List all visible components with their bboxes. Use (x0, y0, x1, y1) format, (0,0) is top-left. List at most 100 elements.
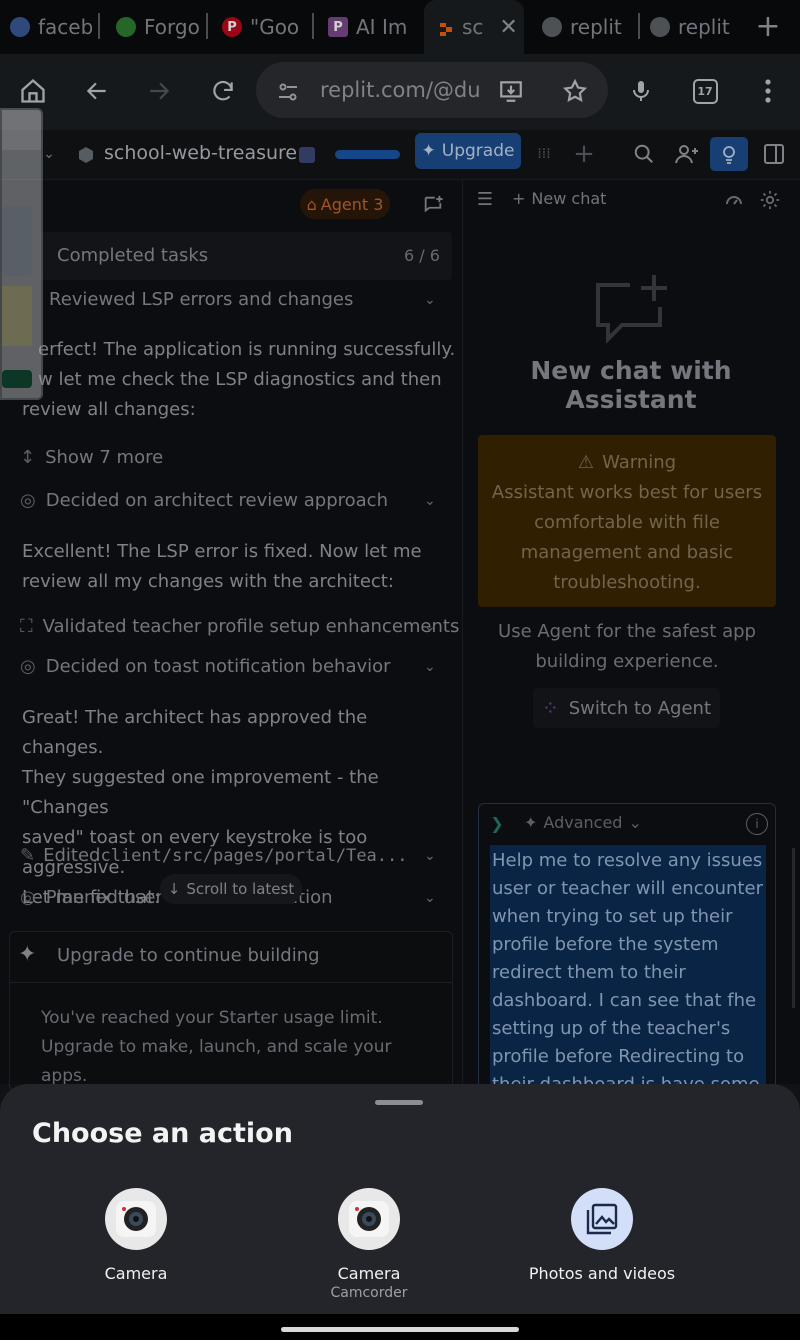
action-camera[interactable]: Camera (36, 1188, 236, 1283)
pinterest-icon: P (222, 17, 242, 37)
chevron-down-icon[interactable]: ⌄ (424, 493, 436, 509)
assistant-heading: New chat with Assistant (530, 356, 732, 414)
reload-icon[interactable] (206, 74, 240, 108)
site-settings-icon[interactable] (274, 78, 302, 106)
drag-handle[interactable] (375, 1100, 423, 1105)
close-tab-icon[interactable]: ✕ (499, 15, 517, 40)
chevron-down-icon[interactable]: ⌄ (424, 890, 436, 906)
sparkle-icon: ✦ (421, 141, 436, 161)
edit-file-icon: ✎ (20, 845, 36, 866)
chevron-down-icon[interactable]: ⌄ (424, 848, 436, 864)
agent-message-1: erfect! The application is running succe… (22, 335, 458, 425)
action-sublabel: Camcorder (330, 1285, 408, 1301)
new-tab-icon[interactable]: + (752, 9, 784, 44)
message-line: Great! The architect has approved the ch… (22, 707, 368, 758)
tab-divider (638, 13, 640, 39)
message-line: review all changes: (22, 399, 196, 420)
tab-pinterest[interactable]: P "Goo (222, 0, 306, 54)
tab-ai-image[interactable]: P AI Im (328, 0, 410, 54)
scan-icon: ⛶ (20, 616, 33, 637)
sparkle-icon: ✦ (18, 942, 37, 967)
home-gesture-pill[interactable] (281, 1327, 519, 1332)
tab-replit-2[interactable]: replit (542, 0, 634, 54)
chevron-down-icon[interactable]: ⌄ (424, 292, 436, 308)
action-camcorder[interactable]: Camera Camcorder (269, 1188, 469, 1301)
assistant-toggle-icon[interactable] (710, 137, 748, 171)
upgrade-card-body: You've reached your Starter usage limit.… (41, 1004, 441, 1091)
camera-icon (105, 1188, 167, 1250)
mode-selector[interactable]: ✦ Advanced ⌄ (524, 813, 642, 832)
camera-icon (338, 1188, 400, 1250)
invite-user-icon[interactable] (672, 140, 702, 168)
task-label: Edited (43, 845, 101, 866)
back-icon[interactable] (80, 74, 114, 108)
project-name[interactable]: school-web-treasure (104, 142, 297, 164)
message-line: They suggested one improvement - the "Ch… (22, 767, 379, 818)
agent-icon: ⌂ (306, 194, 317, 214)
new-agent-chat-icon[interactable] (420, 192, 446, 218)
body-line: Upgrade to make, launch, and scale your (41, 1037, 392, 1057)
task-toast-behavior[interactable]: ◎ Decided on toast notification behavior (20, 656, 391, 677)
forward-icon[interactable] (142, 74, 176, 108)
action-photos-videos[interactable]: Photos and videos (502, 1188, 702, 1283)
split-pane-icon[interactable] (760, 140, 788, 168)
scroll-to-latest-button[interactable]: ↓ Scroll to latest (160, 874, 302, 904)
history-list-icon[interactable]: ☰ (474, 188, 496, 210)
tab-facebook[interactable]: faceb (10, 0, 92, 54)
brain-icon: ◎ (20, 887, 36, 908)
show-more-link[interactable]: ↕ Show 7 more (20, 447, 163, 468)
tab-count: 17 (692, 78, 718, 104)
task-label: Reviewed LSP errors and changes (49, 289, 354, 310)
mode-logo-icon: ❯ (490, 813, 504, 833)
note-line: building experience. (535, 651, 719, 672)
plus-icon: + (512, 189, 526, 208)
message-line: review all my changes with the architect… (22, 571, 394, 592)
task-reviewed-lsp[interactable]: Reviewed LSP errors and changes (49, 289, 353, 310)
tab-label: Forgo (144, 15, 200, 39)
tab-forgot[interactable]: Forgo (116, 0, 200, 54)
grid-icon[interactable]: ⁞⁞⁞ (528, 142, 560, 166)
project-icon (76, 145, 96, 165)
search-icon[interactable] (630, 140, 658, 168)
add-pane-icon[interactable]: + (570, 139, 598, 169)
agent-badge-label: Agent 3 (320, 194, 384, 214)
microphone-icon[interactable] (626, 76, 656, 106)
floating-preview-window[interactable] (0, 108, 43, 400)
gauge-icon[interactable] (722, 188, 746, 212)
warning-line: Assistant works best for users (491, 482, 763, 503)
arrow-down-icon: ↓ (167, 880, 181, 898)
brain-icon: ◎ (20, 656, 36, 677)
scrollbar[interactable] (792, 848, 795, 1008)
agent-version-badge[interactable]: ⌂ Agent 3 (300, 189, 390, 219)
install-app-icon[interactable] (496, 76, 526, 106)
completed-tasks-label: Completed tasks (57, 245, 209, 266)
stop-icon[interactable] (299, 147, 315, 163)
mode-label: Advanced (543, 813, 623, 832)
note-line: Use Agent for the safest app (498, 621, 756, 642)
replit-icon (438, 19, 454, 36)
new-chat-button[interactable]: + New chat (512, 189, 606, 208)
chevron-down-icon[interactable]: ⌄ (424, 619, 436, 635)
task-validated-profile[interactable]: ⛶ Validated teacher profile setup enhanc… (20, 616, 459, 637)
prompt-text[interactable]: Help me to resolve any issues user or te… (490, 845, 766, 1085)
home-icon[interactable] (16, 74, 50, 108)
info-icon[interactable]: i (746, 813, 768, 835)
gear-icon[interactable] (758, 188, 782, 212)
task-edited-file[interactable]: ✎ Edited client/src/pages/portal/Tea... (20, 845, 408, 866)
tab-divider (206, 13, 208, 39)
browser-menu-icon[interactable] (754, 76, 782, 106)
p-app-icon: P (328, 17, 348, 37)
scroll-latest-label: Scroll to latest (186, 880, 295, 898)
file-path: client/src/pages/portal/Tea... (100, 845, 408, 866)
leaf-icon (116, 17, 136, 37)
task-architect-review[interactable]: ◎ Decided on architect review approach (20, 490, 388, 511)
tab-replit-3[interactable]: replit (650, 0, 730, 54)
chevron-down-icon[interactable]: ⌄ (424, 659, 436, 675)
tab-replit-active[interactable]: sc ✕ (424, 0, 524, 54)
upgrade-button[interactable]: ✦ Upgrade (415, 133, 521, 169)
switch-to-agent-button[interactable]: ⁘ Switch to Agent (533, 688, 720, 728)
bookmark-star-icon[interactable] (560, 76, 590, 106)
new-chat-illustration-icon (590, 272, 670, 348)
tab-switcher-icon[interactable]: 17 (690, 76, 720, 106)
task-planned-user[interactable]: ◎ Planned user (20, 887, 163, 908)
